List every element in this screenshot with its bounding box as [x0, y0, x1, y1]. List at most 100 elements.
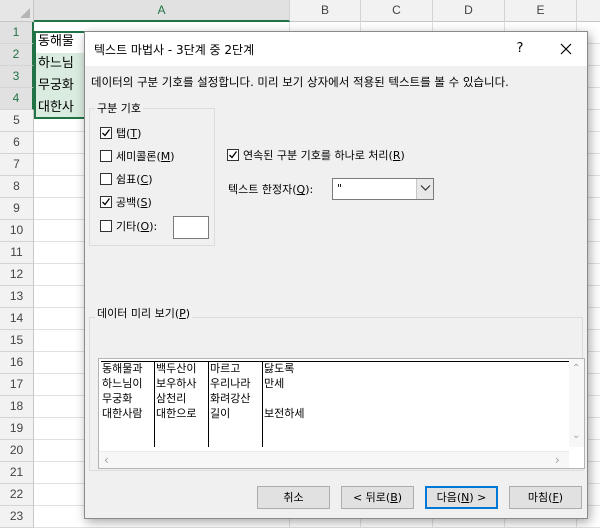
row-header-2[interactable]: 2	[0, 44, 34, 66]
row-header-23[interactable]: 23	[0, 506, 34, 528]
row-header-20[interactable]: 20	[0, 440, 34, 462]
row-header-15[interactable]: 15	[0, 330, 34, 352]
semicolon-checkbox[interactable]: 세미콜론(M)	[100, 149, 175, 165]
semicolon-label: 세미콜론(	[116, 150, 161, 163]
data-preview[interactable]: 동해물과 하느님이 무궁화 대한사람 백두산이 보우하사 삼천리 대한으로 마르…	[98, 358, 585, 469]
column-header-b[interactable]: B	[290, 0, 361, 22]
cancel-button[interactable]: 취소	[257, 486, 330, 509]
text-import-wizard-dialog: 텍스트 마법사 - 3단계 중 2단계 ? 데이터의 구분 기호를 설정합니다.…	[84, 31, 588, 519]
preview-cell: 동해물과	[102, 362, 143, 375]
comma-label-end: )	[148, 173, 153, 186]
preview-column-2[interactable]: 백두산이 보우하사 삼천리 대한으로	[154, 361, 208, 447]
cell-a3[interactable]: 무궁화	[38, 75, 74, 97]
column-header-c[interactable]: C	[361, 0, 433, 22]
row-header-14[interactable]: 14	[0, 308, 34, 330]
checkbox-box[interactable]	[100, 150, 112, 162]
cell-a2[interactable]: 하느님	[38, 53, 74, 75]
row-header-9[interactable]: 9	[0, 198, 34, 220]
row-header-22[interactable]: 22	[0, 484, 34, 506]
next-label-end: ) >	[469, 491, 487, 504]
preview-cell	[263, 391, 342, 406]
preview-cell: 대한으로	[156, 407, 197, 420]
preview-column-3[interactable]: 마르고 우리나라 화려강산 길이	[208, 361, 262, 447]
dialog-title: 텍스트 마법사 - 3단계 중 2단계	[94, 43, 255, 57]
checkbox-box[interactable]	[100, 196, 112, 208]
row-header-21[interactable]: 21	[0, 462, 34, 484]
row-header-18[interactable]: 18	[0, 396, 34, 418]
column-header-e[interactable]: E	[505, 0, 577, 22]
consecutive-delimiters-checkbox[interactable]: 연속된 구분 기호를 하나로 처리(R)	[227, 148, 405, 164]
finish-button[interactable]: 마침(F)	[509, 486, 582, 509]
preview-label: 데이터 미리 보기(	[97, 307, 180, 320]
close-button[interactable]	[555, 38, 577, 60]
preview-cell: 보전하세	[264, 407, 305, 420]
space-checkbox[interactable]: 공백(S)	[100, 195, 152, 211]
tab-checkbox[interactable]: 탭(T)	[100, 126, 141, 142]
preview-column-1[interactable]: 동해물과 하느님이 무궁화 대한사람	[101, 361, 154, 447]
qualifier-accesskey: Q	[296, 183, 306, 196]
row-header-7[interactable]: 7	[0, 154, 34, 176]
tab-label-end: )	[137, 127, 142, 140]
row-header-16[interactable]: 16	[0, 352, 34, 374]
finish-label: 마침(	[527, 491, 553, 504]
checkbox-box[interactable]	[100, 127, 112, 139]
preview-columns: 동해물과 하느님이 무궁화 대한사람 백두산이 보우하사 삼천리 대한으로 마르…	[101, 361, 571, 447]
column-header-a[interactable]: A	[34, 0, 290, 22]
next-button[interactable]: 다음(N) >	[425, 486, 498, 509]
row-header-11[interactable]: 11	[0, 242, 34, 264]
other-label: 기타(	[116, 220, 141, 233]
consecutive-label: 연속된 구분 기호를 하나로 처리(	[243, 149, 393, 162]
space-label: 공백(	[116, 196, 141, 209]
preview-vertical-scrollbar[interactable]: ⌃ ⌄	[569, 359, 584, 447]
select-all-button[interactable]	[0, 0, 34, 22]
preview-cell: 무궁화	[102, 392, 133, 405]
preview-cell: 길이	[210, 407, 231, 420]
row-header-1[interactable]: 1	[0, 22, 34, 44]
comma-label: 쉼표(	[116, 173, 141, 186]
preview-cell: 화려강산	[210, 392, 251, 405]
comma-checkbox[interactable]: 쉼표(C)	[100, 172, 153, 188]
column-header-f[interactable]	[577, 0, 600, 22]
row-header-4[interactable]: 4	[0, 88, 34, 110]
text-qualifier-select[interactable]: "	[332, 178, 434, 200]
checkbox-box[interactable]	[100, 173, 112, 185]
checkmark-icon	[102, 129, 111, 137]
other-accesskey: O	[140, 220, 150, 233]
scroll-up-icon[interactable]: ⌃	[572, 364, 580, 374]
checkmark-icon	[229, 151, 238, 159]
consecutive-label-end: )	[400, 149, 405, 162]
row-header-10[interactable]: 10	[0, 220, 34, 242]
row-header-13[interactable]: 13	[0, 286, 34, 308]
dropdown-button[interactable]	[416, 179, 433, 199]
preview-column-4[interactable]: 닳도록 만세 보전하세	[262, 361, 342, 447]
row-header-3[interactable]: 3	[0, 66, 34, 88]
checkbox-box[interactable]	[227, 149, 239, 161]
row-header-6[interactable]: 6	[0, 132, 34, 154]
space-accesskey: S	[140, 196, 148, 209]
back-button[interactable]: < 뒤로(B)	[341, 486, 414, 509]
row-header-5[interactable]: 5	[0, 110, 34, 132]
scroll-right-icon[interactable]: ›	[555, 454, 560, 466]
preview-group-label: 데이터 미리 보기(P)	[95, 305, 193, 321]
checkbox-box[interactable]	[100, 220, 112, 232]
title-bar[interactable]: 텍스트 마법사 - 3단계 중 2단계 ?	[85, 32, 587, 66]
column-header-d[interactable]: D	[433, 0, 505, 22]
row-header-17[interactable]: 17	[0, 374, 34, 396]
row-header-19[interactable]: 19	[0, 418, 34, 440]
scroll-down-icon[interactable]: ⌄	[572, 431, 580, 441]
cell-a1[interactable]: 동해물	[38, 31, 74, 53]
back-accesskey: B	[390, 491, 398, 504]
preview-cell: 대한사람	[102, 407, 143, 420]
preview-cell: 보우하사	[156, 377, 197, 390]
cell-a4[interactable]: 대한사	[38, 97, 74, 119]
text-qualifier-label: 텍스트 한정자(Q):	[228, 182, 313, 198]
row-header-8[interactable]: 8	[0, 176, 34, 198]
preview-horizontal-scrollbar[interactable]: ‹ ›	[99, 451, 569, 468]
other-checkbox[interactable]: 기타(O):	[100, 219, 157, 235]
preview-cell: 삼천리	[156, 392, 187, 405]
qualifier-label: 텍스트 한정자(	[228, 183, 297, 196]
row-header-12[interactable]: 12	[0, 264, 34, 286]
other-delimiter-input[interactable]	[173, 216, 209, 239]
scroll-left-icon[interactable]: ‹	[104, 454, 109, 466]
help-button[interactable]: ?	[509, 38, 531, 60]
